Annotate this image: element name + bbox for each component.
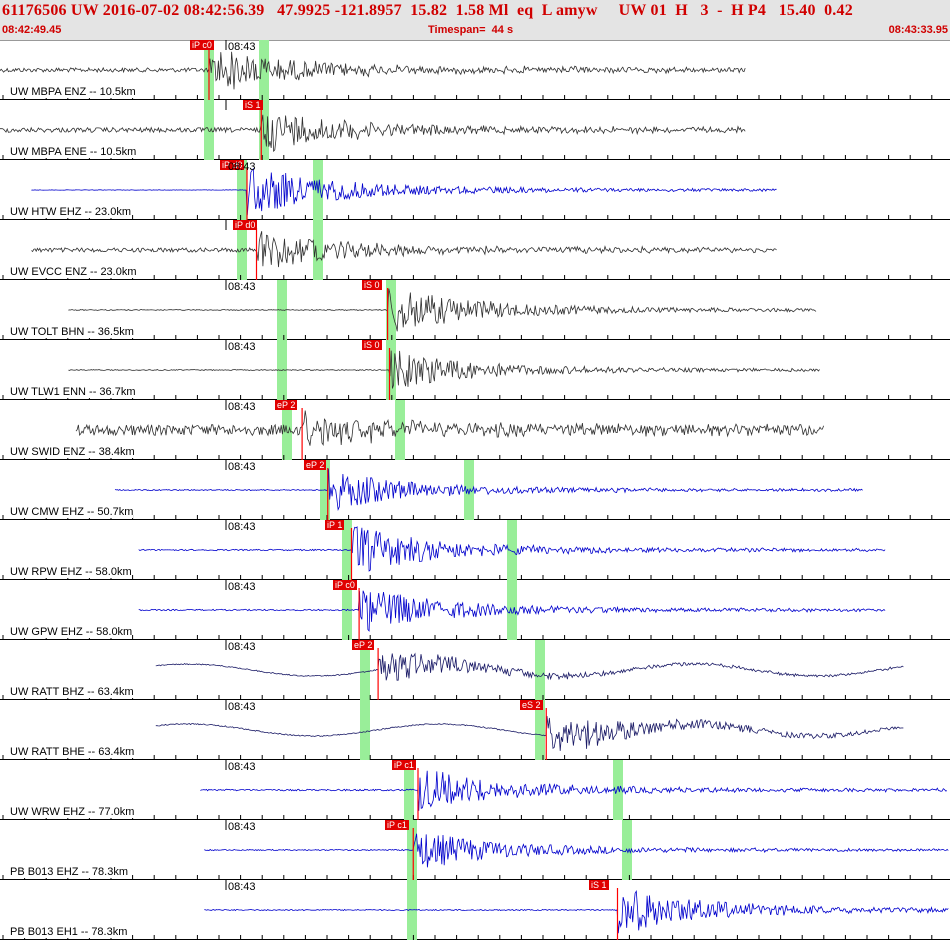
phase-window-band: [204, 100, 214, 160]
phase-pick-label[interactable]: iS 1: [589, 880, 609, 890]
waveform: [31, 167, 777, 216]
trace-panel[interactable]: iP c1 08:43 PB B013 EHZ -- 78.3km: [0, 820, 950, 880]
trace-canvas[interactable]: [0, 760, 950, 820]
trace-panel[interactable]: eP 2 08:43 UW RATT BHZ -- 63.4km: [0, 640, 950, 700]
trace-panel[interactable]: iS 0 08:43 UW TOLT BHN -- 36.5km: [0, 280, 950, 340]
station-channel-label: UW RATT BHZ -- 63.4km: [10, 686, 134, 698]
phase-pick-label[interactable]: eP 2: [275, 400, 298, 410]
trace-panel[interactable]: iS 1 UW MBPA ENE -- 10.5km: [0, 100, 950, 160]
station-channel-label: UW CMW EHZ -- 50.7km: [10, 506, 134, 518]
phase-pick-label[interactable]: iP 1: [325, 520, 345, 530]
trace-panel[interactable]: eS 2 08:43 UW RATT BHE -- 63.4km: [0, 700, 950, 760]
trace-canvas[interactable]: [0, 520, 950, 580]
minute-time-label: 08:43: [228, 341, 256, 353]
seismogram-panel-stack[interactable]: iP c0 08:43 UW MBPA ENZ -- 10.5km iS 1 UW MB…: [0, 40, 950, 940]
start-time-label: 08:42:49.45: [2, 24, 62, 36]
trace-canvas[interactable]: [0, 700, 950, 760]
trace-canvas[interactable]: [0, 640, 950, 700]
timespan-label: Timespan= 44 s: [428, 24, 514, 36]
trace-panel[interactable]: iP d0 08:43 UW HTW EHZ -- 23.0km: [0, 160, 950, 220]
waveform: [200, 770, 947, 811]
trace-panel[interactable]: eP 2 08:43 UW CMW EHZ -- 50.7km: [0, 460, 950, 520]
phase-pick-label[interactable]: iS 0: [362, 340, 382, 350]
station-channel-label: UW RATT BHE -- 63.4km: [10, 746, 135, 758]
station-channel-label: UW SWID ENZ -- 38.4km: [10, 446, 135, 458]
minute-time-label: 08:43: [228, 161, 256, 173]
trace-canvas[interactable]: [0, 400, 950, 460]
waveform: [204, 833, 949, 868]
trace-canvas[interactable]: [0, 280, 950, 340]
minute-time-label: 08:43: [228, 281, 256, 293]
minute-time-label: 08:43: [228, 581, 256, 593]
station-channel-label: UW GPW EHZ -- 58.0km: [10, 626, 133, 638]
trace-panel[interactable]: iP 1 08:43 UW RPW EHZ -- 58.0km: [0, 520, 950, 580]
trace-panel[interactable]: iP c1 08:43 UW WRW EHZ -- 77.0km: [0, 760, 950, 820]
minute-time-label: 08:43: [228, 881, 256, 893]
station-channel-label: UW TOLT BHN -- 36.5km: [10, 326, 134, 338]
station-channel-label: UW TLW1 ENN -- 36.7km: [10, 386, 136, 398]
waveform: [31, 231, 777, 268]
phase-window-band: [395, 400, 405, 460]
minute-time-label: 08:43: [228, 821, 256, 833]
trace-canvas[interactable]: [0, 100, 950, 160]
trace-canvas[interactable]: [0, 460, 950, 520]
trace-panel[interactable]: iP d0 UW EVCC ENZ -- 23.0km: [0, 220, 950, 280]
phase-window-band: [535, 640, 545, 700]
trace-canvas[interactable]: [0, 580, 950, 640]
waveform: [114, 468, 863, 511]
waveform: [75, 410, 824, 447]
trace-panel[interactable]: iS 0 08:43 UW TLW1 ENN -- 36.7km: [0, 340, 950, 400]
phase-pick-label[interactable]: iP d0: [233, 220, 258, 230]
minute-time-label: 08:43: [228, 401, 256, 413]
minute-time-label: 08:43: [228, 701, 256, 713]
station-channel-label: UW MBPA ENZ -- 10.5km: [10, 86, 136, 98]
phase-pick-label[interactable]: iS 1: [243, 100, 263, 110]
phase-pick-label[interactable]: iP c0: [190, 40, 214, 50]
minute-time-label: 08:43: [228, 521, 256, 533]
minute-time-label: 08:43: [228, 41, 256, 53]
phase-pick-label[interactable]: iP c1: [385, 820, 409, 830]
waveform: [68, 350, 820, 389]
station-channel-label: PB B013 EHZ -- 78.3km: [10, 866, 128, 878]
trace-canvas[interactable]: [0, 220, 950, 280]
waveform: [0, 51, 746, 90]
phase-pick-label[interactable]: eP 2: [304, 460, 327, 470]
phase-pick-label[interactable]: iP c1: [392, 760, 416, 770]
trace-canvas[interactable]: [0, 160, 950, 220]
waveform: [204, 890, 949, 934]
station-channel-label: UW EVCC ENZ -- 23.0km: [10, 266, 137, 278]
trace-canvas[interactable]: [0, 820, 950, 880]
waveform: [68, 288, 817, 332]
phase-pick-label[interactable]: iS 0: [362, 280, 382, 290]
phase-pick-label[interactable]: eS 2: [520, 700, 543, 710]
trace-panel[interactable]: iP c0 08:43 UW GPW EHZ -- 58.0km: [0, 580, 950, 640]
minute-time-label: 08:43: [228, 641, 256, 653]
end-time-label: 08:43:33.95: [888, 24, 948, 36]
minute-time-label: 08:43: [228, 461, 256, 473]
event-summary-title: 61176506 UW 2016-07-02 08:42:56.39 47.99…: [2, 2, 853, 19]
station-channel-label: UW WRW EHZ -- 77.0km: [10, 806, 135, 818]
phase-window-band: [313, 220, 323, 280]
trace-canvas[interactable]: [0, 880, 950, 940]
waveform: [155, 652, 904, 681]
trace-canvas[interactable]: [0, 340, 950, 400]
trace-panel[interactable]: eP 2 08:43 UW SWID ENZ -- 38.4km: [0, 400, 950, 460]
trace-panel[interactable]: iS 1 08:43 PB B013 EH1 -- 78.3km: [0, 880, 950, 940]
phase-window-band: [259, 40, 269, 100]
station-channel-label: UW HTW EHZ -- 23.0km: [10, 206, 131, 218]
event-header: 61176506 UW 2016-07-02 08:42:56.39 47.99…: [0, 0, 950, 41]
station-channel-label: UW RPW EHZ -- 58.0km: [10, 566, 132, 578]
waveform: [155, 716, 904, 751]
minute-time-label: 08:43: [228, 761, 256, 773]
trace-canvas[interactable]: [0, 40, 950, 100]
trace-panel[interactable]: iP c0 08:43 UW MBPA ENZ -- 10.5km: [0, 40, 950, 100]
phase-pick-label[interactable]: eP 2: [352, 640, 375, 650]
station-channel-label: PB B013 EH1 -- 78.3km: [10, 926, 128, 938]
phase-window-band: [360, 700, 370, 760]
station-channel-label: UW MBPA ENE -- 10.5km: [10, 146, 137, 158]
phase-window-band: [507, 580, 517, 640]
phase-pick-label[interactable]: iP c0: [333, 580, 357, 590]
